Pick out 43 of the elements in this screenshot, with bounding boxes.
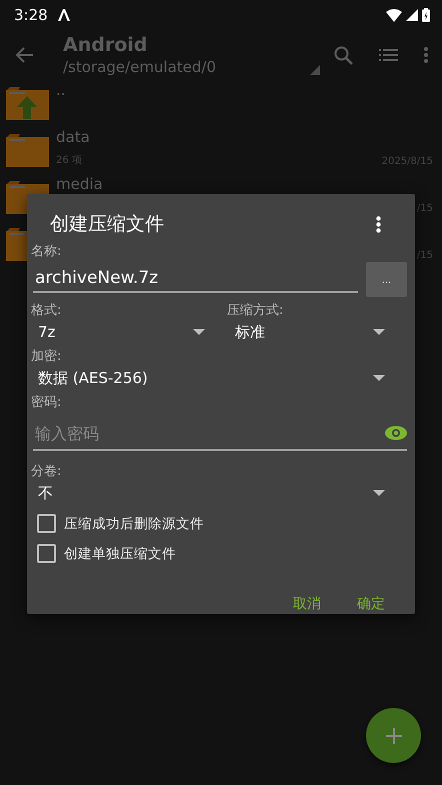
folder-icon (6, 228, 27, 262)
search-icon[interactable] (334, 46, 353, 64)
browse-button[interactable]: ... (366, 262, 407, 297)
method-dropdown[interactable]: 标准 (227, 319, 407, 345)
field-label: 压缩方式: (227, 302, 284, 319)
ok-button[interactable]: 确定 (349, 589, 393, 619)
checkbox[interactable] (37, 514, 56, 533)
checkbox-label: 创建单独压缩文件 (64, 544, 176, 562)
path-dropdown-icon[interactable] (310, 65, 320, 75)
field-label: 分卷: (31, 463, 62, 480)
more-options-icon[interactable] (376, 216, 381, 232)
back-arrow-icon[interactable] (16, 47, 34, 63)
field-label: 名称: (31, 243, 62, 260)
checkbox[interactable] (37, 544, 56, 563)
status-time: 3:28 (14, 6, 48, 24)
dropdown-arrow-icon (373, 329, 385, 335)
folder-title: Android (63, 33, 148, 57)
signal-icon (406, 9, 418, 21)
eye-icon[interactable] (385, 426, 407, 440)
battery-icon (422, 8, 430, 22)
encryption-dropdown[interactable]: 数据 (AES-256) (31, 365, 407, 391)
file-name: .. (56, 82, 66, 98)
format-dropdown[interactable]: 7z (31, 319, 211, 345)
dialog-title: 创建压缩文件 (50, 212, 164, 237)
file-name: media (56, 176, 103, 192)
field-label: 密码: (31, 394, 62, 411)
folder-up-icon (6, 86, 49, 120)
field-label: 格式: (31, 302, 62, 319)
notification-icon (58, 9, 70, 21)
dropdown-arrow-icon (373, 375, 385, 381)
checkbox-label: 压缩成功后删除源文件 (64, 514, 204, 532)
archive-name-field[interactable]: archiveNew.7z (33, 264, 358, 293)
cancel-button[interactable]: 取消 (285, 589, 329, 619)
folder-icon (6, 134, 49, 168)
password-field[interactable]: 输入密码 (33, 424, 385, 442)
field-label: 加密: (31, 348, 62, 365)
dropdown-arrow-icon (193, 329, 205, 335)
file-name: data (56, 129, 90, 145)
plus-icon (384, 726, 402, 744)
list-view-icon[interactable] (379, 49, 398, 61)
wifi-icon (386, 8, 402, 22)
dropdown-arrow-icon (373, 490, 385, 496)
split-dropdown[interactable]: 不 (31, 480, 407, 506)
